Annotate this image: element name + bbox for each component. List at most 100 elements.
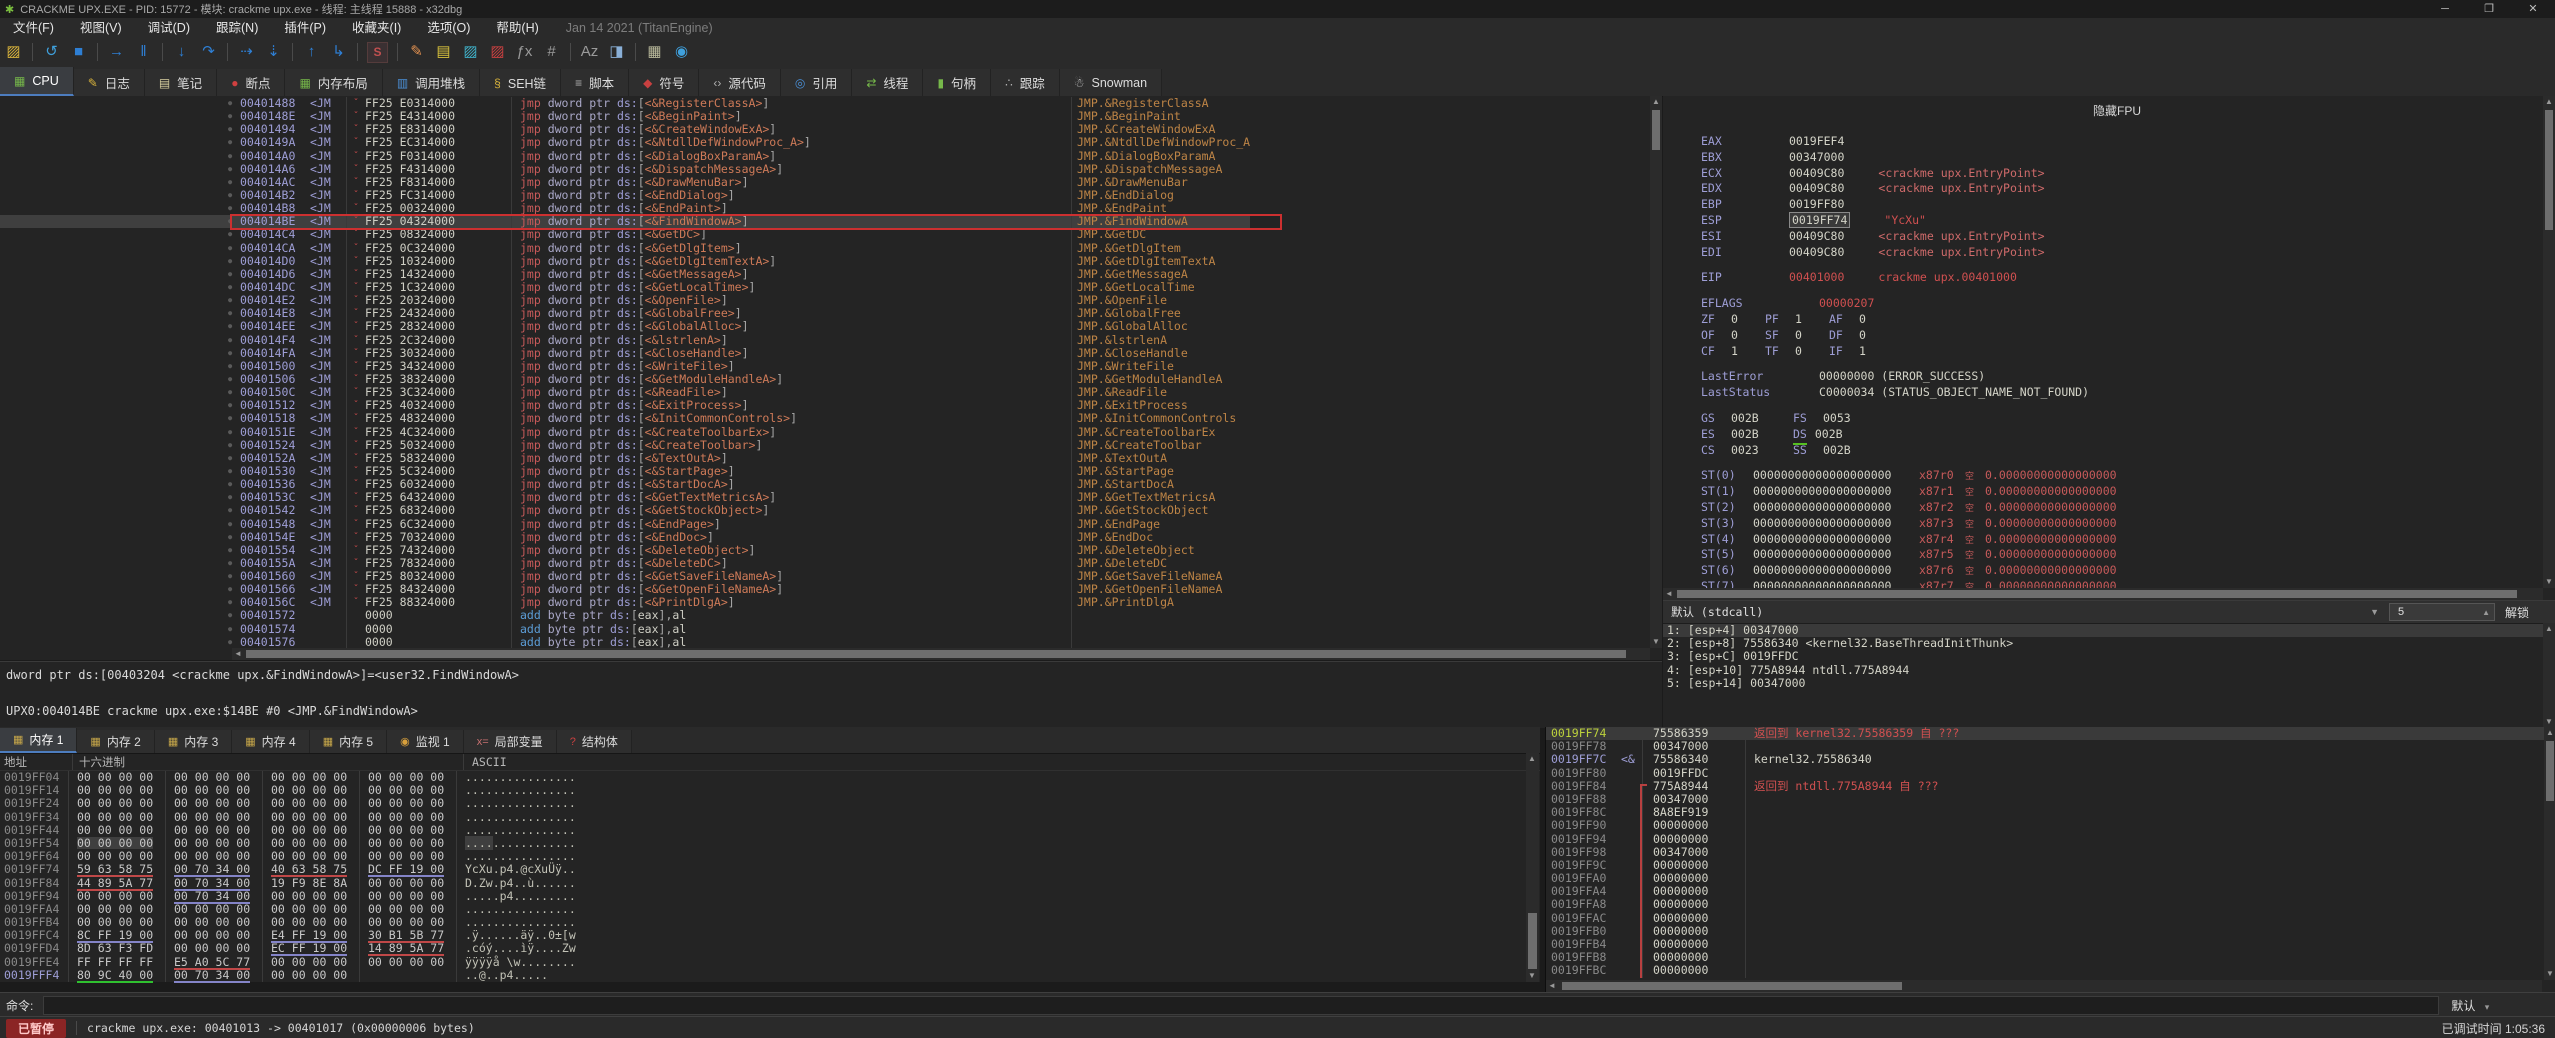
flag-value[interactable]: 0 [1859, 312, 1893, 328]
argument-row[interactable]: 3: [esp+C] 0019FFDC [1663, 650, 2555, 663]
breakpoint-dot-icon[interactable]: ● [228, 334, 240, 347]
breakpoint-dot-icon[interactable]: ● [228, 399, 240, 412]
preferences-icon[interactable]: ◉ [668, 40, 695, 64]
call-arguments-panel[interactable]: 默认 (stdcall) ▼ 5 ▲ 解锁 1: [esp+4] 0034700… [1663, 600, 2555, 728]
breakpoint-dot-icon[interactable]: ● [228, 386, 240, 399]
patches-icon[interactable]: ✎ [403, 40, 430, 64]
step-into-icon[interactable]: ↓ [168, 40, 195, 64]
stack-row[interactable]: 0019FF80 0019FFDC [1546, 766, 2555, 780]
breakpoint-dot-icon[interactable]: ● [228, 189, 240, 202]
bottom-tab-内存 2[interactable]: ▦ 内存 2 [77, 730, 155, 753]
breakpoint-dot-icon[interactable]: ● [228, 478, 240, 491]
menu-item[interactable]: 插件(P) [271, 18, 339, 38]
breakpoint-dot-icon[interactable]: ● [228, 215, 240, 228]
register-value[interactable]: 00000207 [1819, 296, 1874, 310]
menu-item[interactable]: 跟踪(N) [203, 18, 271, 38]
stack-row[interactable]: 0019FFBC 00000000 [1546, 964, 2555, 978]
dump-row[interactable]: 0019FF34 00 00 00 00 00 00 00 00 00 00 00 0… [0, 810, 1540, 824]
register-value[interactable]: 0019FEF4 [1789, 134, 1844, 148]
run-to-user-code-icon[interactable]: ↳ [325, 40, 352, 64]
registers-panel[interactable]: 隐藏FPU EAX 0019FEF4 EBX 00347000 ECX 00409C80 <… [1663, 96, 2555, 600]
breakpoint-dot-icon[interactable]: ● [228, 163, 240, 176]
breakpoint-dot-icon[interactable]: ● [228, 570, 240, 583]
stack-vertical-scrollbar[interactable]: ▲ ▼ [2544, 727, 2555, 980]
breakpoint-dot-icon[interactable]: ● [228, 609, 240, 622]
breakpoint-dot-icon[interactable]: ● [228, 307, 240, 320]
register-value[interactable]: 0019FF74 [1789, 211, 1851, 228]
breakpoint-dot-icon[interactable]: ● [228, 202, 240, 215]
comments-icon[interactable]: ▤ [430, 40, 457, 64]
breakpoint-dot-icon[interactable]: ● [228, 504, 240, 517]
menu-item[interactable]: 选项(O) [414, 18, 483, 38]
tab-跟踪[interactable]: ∴ 跟踪 [991, 69, 1060, 96]
bottom-tab-内存 3[interactable]: ▦ 内存 3 [154, 730, 233, 753]
bottom-tab-结构体[interactable]: ? 结构体 [556, 730, 632, 753]
menu-item[interactable]: 收藏夹(I) [339, 18, 414, 38]
arguments-vertical-scrollbar[interactable]: ▲ ▼ [2543, 623, 2555, 728]
bottom-tab-监视 1[interactable]: ◉ 监视 1 [387, 730, 464, 753]
breakpoint-dot-icon[interactable]: ● [228, 452, 240, 465]
register-value[interactable]: 00347000 [1789, 150, 1844, 164]
minimize-button[interactable]: ─ [2423, 0, 2467, 18]
flag-value[interactable]: 0 [1731, 312, 1765, 328]
bookmarks-icon[interactable]: ▨ [484, 40, 511, 64]
disasm-row[interactable]: ● 00401576 0000 add byte ptr ds:[eax],al [0, 635, 1250, 649]
stack-row[interactable]: 0019FF90 00000000 [1546, 819, 2555, 833]
convention-dropdown-icon[interactable]: ▼ [2370, 607, 2379, 617]
open-file-icon[interactable]: ▨ [0, 40, 27, 64]
bottom-tab-内存 5[interactable]: ▦ 内存 5 [309, 730, 388, 753]
bottom-tab-局部变量[interactable]: x= 局部变量 [463, 730, 557, 753]
calculator-icon[interactable]: ▦ [641, 40, 668, 64]
dump-row[interactable]: 0019FFF4 80 9C 40 00 00 70 34 00 00 00 00 0… [0, 968, 1540, 983]
bottom-tab-内存 4[interactable]: ▦ 内存 4 [232, 730, 310, 753]
tab-Snowman[interactable]: ☃ Snowman [1059, 69, 1163, 96]
menu-item[interactable]: 调试(D) [135, 18, 203, 38]
stack-row[interactable]: 0019FFA8 00000000 [1546, 898, 2555, 912]
bottom-tab-内存 1[interactable]: ▦ 内存 1 [0, 728, 78, 753]
hide-fpu-button[interactable]: 隐藏FPU [2093, 102, 2141, 119]
breakpoint-dot-icon[interactable]: ● [228, 123, 240, 136]
breakpoint-dot-icon[interactable]: ● [228, 531, 240, 544]
stack-row[interactable]: 0019FF7C <& 75586340 kernel32.75586340 [1546, 753, 2555, 767]
argument-count-spinner[interactable]: 5 ▲ [2388, 603, 2495, 621]
dump-row[interactable]: 0019FF24 00 00 00 00 00 00 00 00 00 00 00 0… [0, 797, 1540, 811]
breakpoint-dot-icon[interactable]: ● [228, 360, 240, 373]
command-input[interactable] [43, 995, 2440, 1015]
flag-value[interactable]: 0 [1795, 344, 1829, 360]
dump-row[interactable]: 0019FF84 44 89 5A 77 00 70 34 00 19 F9 8E 8… [0, 876, 1540, 891]
register-value[interactable]: 00401000 [1789, 270, 1844, 284]
register-value[interactable]: 00409C80 [1789, 166, 1844, 180]
tab-笔记[interactable]: ▤ 笔记 [144, 69, 218, 96]
register-value[interactable]: 0019FF80 [1789, 197, 1844, 211]
register-value[interactable]: 00409C80 [1789, 181, 1844, 195]
registers-horizontal-scrollbar[interactable]: ◄ [1663, 588, 2543, 600]
breakpoint-dot-icon[interactable]: ● [228, 268, 240, 281]
breakpoint-dot-icon[interactable]: ● [228, 557, 240, 570]
stack-panel[interactable]: 0019FF74 75586359 返回到 kernel32.75586359 自 … [1545, 726, 2555, 992]
tab-断点[interactable]: ● 断点 [217, 69, 286, 96]
flag-value[interactable]: 1 [1795, 312, 1829, 328]
strings-icon[interactable]: Az [576, 40, 603, 64]
breakpoint-dot-icon[interactable]: ● [228, 439, 240, 452]
dump-vertical-scrollbar[interactable]: ▲ ▼ [1526, 753, 1539, 982]
labels-icon[interactable]: ▨ [457, 40, 484, 64]
tab-源代码[interactable]: ‹› 源代码 [699, 69, 781, 96]
disassembly-panel[interactable]: ● 00401488 <JM ˇ FF25 E0314000 jmp dword ptr … [0, 96, 1662, 660]
tab-引用[interactable]: ◎ 引用 [780, 69, 853, 96]
breakpoint-dot-icon[interactable]: ● [228, 636, 240, 649]
dump-row[interactable]: 0019FF44 00 00 00 00 00 00 00 00 00 00 00 0… [0, 823, 1540, 837]
breakpoint-dot-icon[interactable]: ● [228, 97, 240, 110]
spinner-up-icon[interactable]: ▲ [2482, 608, 2494, 617]
breakpoint-dot-icon[interactable]: ● [228, 518, 240, 531]
memory-dump-panel[interactable]: ▦ 内存 1 ▦ 内存 2 ▦ 内存 3 ▦ 内存 4 ▦ 内存 5 ◉ 监视 1 x= 局部变量? 结构体… [0, 727, 1540, 983]
tab-符号[interactable]: ◆ 符号 [629, 69, 700, 96]
tab-句柄[interactable]: ▮ 句柄 [923, 69, 992, 96]
dump-row[interactable]: 0019FFE4 FF FF FF FF E5 A0 5C 77 00 00 00 0… [0, 955, 1540, 970]
breakpoint-dot-icon[interactable]: ● [228, 255, 240, 268]
breakpoint-dot-icon[interactable]: ● [228, 544, 240, 557]
disassembly-horizontal-scrollbar[interactable]: ◄ [232, 648, 1650, 660]
flag-value[interactable]: 0 [1859, 328, 1893, 344]
breakpoint-dot-icon[interactable]: ● [228, 110, 240, 123]
seh-chain-icon[interactable]: S [367, 41, 388, 63]
flag-value[interactable]: 0 [1795, 328, 1829, 344]
